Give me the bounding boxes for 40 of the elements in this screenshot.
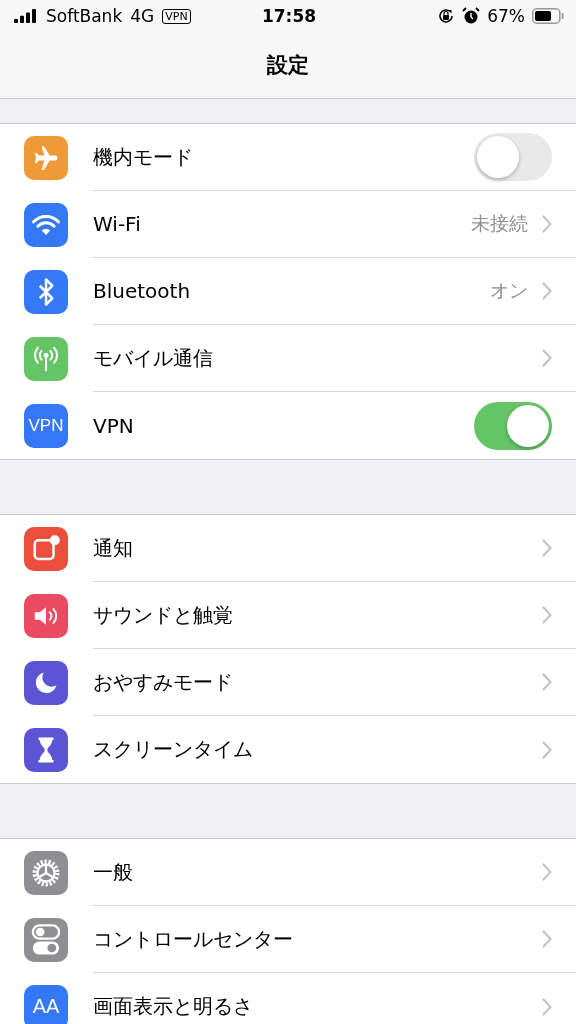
- setting-label[interactable]: モバイル通信: [93, 344, 542, 372]
- alarm-icon: [462, 7, 481, 25]
- network-type: 4G: [130, 6, 155, 26]
- carrier-name: SoftBank: [46, 6, 123, 26]
- toggle-switch[interactable]: [474, 401, 552, 450]
- chevron-icon: [542, 282, 552, 300]
- page-title: 設定: [267, 52, 309, 79]
- bluetooth-icon: [36, 276, 56, 307]
- switches-icon: [31, 923, 61, 956]
- setting-value: 未接続: [471, 211, 528, 236]
- setting-label[interactable]: Wi-Fi: [93, 212, 471, 236]
- chevron-icon: [542, 539, 552, 557]
- battery-percent: 67%: [487, 6, 525, 26]
- setting-label[interactable]: VPN: [93, 413, 474, 438]
- setting-value: オン: [490, 278, 528, 303]
- toggle-switch[interactable]: [474, 133, 552, 181]
- vpn-badge: VPN: [162, 8, 191, 24]
- setting-label[interactable]: 画面表示と明るさ: [93, 993, 542, 1020]
- chevron-icon: [542, 606, 552, 624]
- setting-label[interactable]: コントロールセンター: [93, 925, 542, 953]
- setting-label[interactable]: サウンドと触覚: [93, 601, 542, 629]
- setting-label[interactable]: おやすみモード: [93, 668, 542, 696]
- chevron-icon: [542, 997, 552, 1016]
- chevron-icon: [542, 863, 552, 881]
- setting-label[interactable]: Bluetooth: [93, 279, 490, 303]
- rotation-lock-icon: [437, 7, 456, 25]
- signal-icon: [14, 9, 38, 23]
- setting-label[interactable]: 一般: [93, 858, 542, 886]
- setting-label[interactable]: スクリーンタイム: [93, 736, 542, 763]
- chevron-icon: [542, 673, 552, 691]
- setting-label[interactable]: 機内モード: [93, 143, 474, 171]
- chevron-icon: [542, 740, 552, 759]
- status-time: 17:58: [261, 6, 317, 26]
- chevron-icon: [542, 215, 552, 233]
- battery-icon: [532, 8, 564, 24]
- icon-text: AA: [32, 995, 60, 1018]
- setting-label[interactable]: 通知: [93, 534, 542, 562]
- icon-text: VPN: [28, 415, 64, 436]
- chevron-icon: [542, 349, 552, 367]
- chevron-icon: [542, 930, 552, 948]
